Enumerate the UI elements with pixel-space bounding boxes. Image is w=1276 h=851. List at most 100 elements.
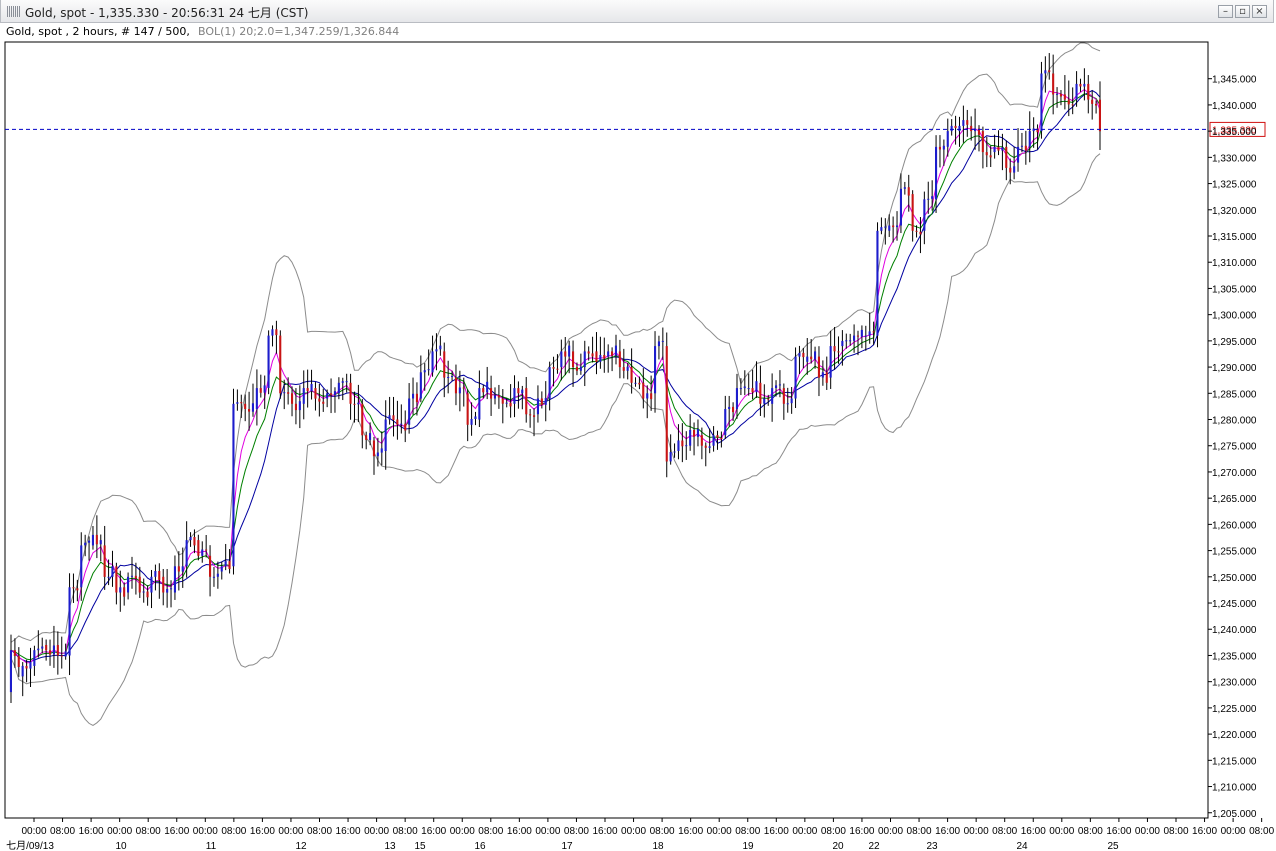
candle-body-down xyxy=(197,540,200,556)
candle[interactable] xyxy=(279,330,282,399)
candle-body-down xyxy=(907,187,910,196)
plot-area xyxy=(4,41,1209,819)
close-button[interactable]: × xyxy=(1252,5,1267,18)
candle-body-down xyxy=(540,398,543,405)
candle-body-down xyxy=(209,555,212,577)
candle[interactable] xyxy=(876,222,879,348)
y-axis-tick-label: 1,320.000 xyxy=(1212,206,1257,217)
candle-body-down xyxy=(572,351,575,368)
x-axis-time-label: 00:00 xyxy=(707,826,732,837)
candle-body-up xyxy=(880,227,883,231)
candle-body-down xyxy=(833,346,836,352)
candle-body-down xyxy=(837,351,840,353)
candle-body-down xyxy=(60,655,63,657)
candle-body-down xyxy=(915,230,918,232)
x-axis-date-label: 18 xyxy=(652,841,664,851)
candle-body-up xyxy=(657,341,660,347)
candle-body-up xyxy=(357,402,360,405)
candle-body-down xyxy=(665,346,668,462)
candle-body-up xyxy=(626,366,629,371)
candle-body-up xyxy=(271,329,274,336)
x-axis-time-label: 00:00 xyxy=(964,826,989,837)
candle-body-down xyxy=(177,566,180,572)
x-axis-time-label: 16:00 xyxy=(250,826,275,837)
candle-body-up xyxy=(923,199,926,231)
candle-body-down xyxy=(638,382,641,385)
y-axis-tick-label: 1,250.000 xyxy=(1212,573,1257,584)
x-axis-date-label: 12 xyxy=(295,841,307,851)
candle-body-up xyxy=(946,131,949,147)
candle-body-up xyxy=(849,340,852,342)
x-axis-time-label: 16:00 xyxy=(1192,826,1217,837)
candle-body-up xyxy=(369,433,372,440)
candle-body-up xyxy=(493,395,496,399)
candle[interactable] xyxy=(665,332,668,478)
candle-body-up xyxy=(724,409,727,436)
minimize-button[interactable]: – xyxy=(1218,5,1233,18)
candle-body-up xyxy=(927,198,930,200)
candle-body-down xyxy=(193,537,196,546)
candle-body-down xyxy=(911,194,914,231)
candle-body-down xyxy=(825,372,828,383)
candle-body-up xyxy=(142,591,145,593)
candle-body-up xyxy=(435,349,438,352)
candle-body-down xyxy=(966,120,969,125)
candle-body-down xyxy=(279,335,282,394)
title-bar[interactable]: Gold, spot - 1,335.330 - 20:56:31 24 七月 … xyxy=(0,0,1274,23)
candle[interactable] xyxy=(232,388,235,575)
x-axis-date-label: 13 xyxy=(384,841,396,851)
x-axis-time-label: 16:00 xyxy=(164,826,189,837)
candle-body-up xyxy=(185,540,188,567)
candle-body-down xyxy=(322,401,325,404)
candle-body-down xyxy=(642,382,645,399)
candle-body-down xyxy=(1067,99,1070,105)
candle-body-up xyxy=(853,335,856,341)
candle-body-up xyxy=(298,401,301,411)
y-axis-tick-label: 1,345.000 xyxy=(1212,75,1257,86)
x-axis-date-label: 24 xyxy=(1016,841,1028,851)
candle-body-down xyxy=(501,398,504,404)
candle-body-down xyxy=(275,329,278,336)
x-axis-time-label: 16:00 xyxy=(507,826,532,837)
candle-body-up xyxy=(486,381,489,393)
candle[interactable] xyxy=(267,330,270,395)
candle-body-up xyxy=(107,576,110,578)
candle-body-up xyxy=(884,226,887,228)
candle-body-down xyxy=(1009,167,1012,173)
restore-button[interactable]: ▫ xyxy=(1235,5,1250,18)
candle-body-down xyxy=(938,146,941,150)
candle-body-up xyxy=(33,650,36,666)
candle-body-down xyxy=(259,388,262,393)
candle-body-down xyxy=(810,356,813,360)
candle-body-down xyxy=(162,576,165,593)
candle-body-down xyxy=(443,351,446,378)
candle-body-up xyxy=(1028,131,1031,147)
candle-body-up xyxy=(458,387,461,394)
candle-body-up xyxy=(423,370,426,373)
candle-body-down xyxy=(361,403,364,436)
candle-body-down xyxy=(306,388,309,392)
candle-body-up xyxy=(111,566,114,577)
candle-body-down xyxy=(595,351,598,362)
candle-body-up xyxy=(1044,70,1047,74)
candle-body-up xyxy=(821,372,824,378)
candle-body-up xyxy=(903,187,906,189)
candle-body-down xyxy=(509,402,512,407)
candle-body-up xyxy=(583,351,586,368)
candle-body-up xyxy=(1083,83,1086,87)
candle-body-up xyxy=(236,402,239,404)
candle-body-up xyxy=(735,388,738,410)
candle-body-down xyxy=(989,155,992,158)
candle-body-up xyxy=(431,351,434,373)
candle-body-up xyxy=(408,398,411,425)
price-chart[interactable]: 1,335.330 1,205.0001,210.0001,215.0001,2… xyxy=(0,40,1276,851)
candle-body-down xyxy=(872,331,875,333)
candle-body-down xyxy=(497,395,500,398)
candle-body-down xyxy=(392,415,395,420)
candle-body-up xyxy=(896,225,899,228)
candle-body-down xyxy=(533,415,536,417)
candle-body-up xyxy=(513,388,516,404)
candle-body-down xyxy=(1091,99,1094,104)
candle-body-down xyxy=(1024,145,1027,151)
x-axis-time-label: 08:00 xyxy=(564,826,589,837)
